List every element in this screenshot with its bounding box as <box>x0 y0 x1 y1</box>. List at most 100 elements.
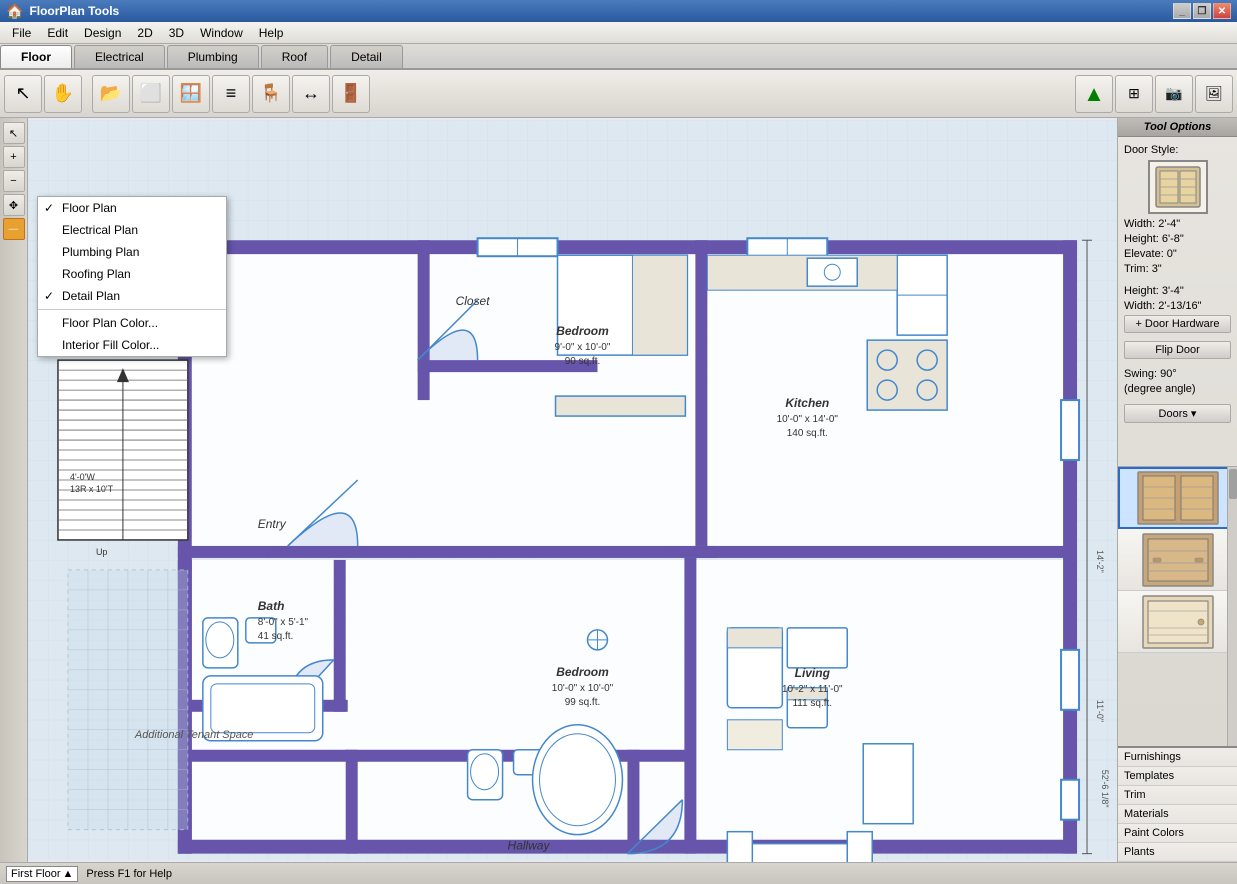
restore-button[interactable]: ❐ <box>1193 3 1211 19</box>
svg-text:Additional Tenant Space: Additional Tenant Space <box>134 729 254 741</box>
menu-item-roofing-plan[interactable]: Roofing Plan <box>38 263 226 285</box>
menu-3d[interactable]: 3D <box>161 24 192 42</box>
svg-text:111 sq.ft.: 111 sq.ft. <box>792 698 832 709</box>
floor-arrow-icon: ▲ <box>63 868 74 880</box>
tool-window[interactable]: 🪟 <box>172 75 210 113</box>
menu-item-floor-plan-color[interactable]: Floor Plan Color... <box>38 312 226 334</box>
width-label: Width: 2'-4" <box>1124 218 1180 230</box>
titlebar-left: 🏠 FloorPlan Tools <box>6 3 119 20</box>
svg-text:Bedroom: Bedroom <box>556 324 609 338</box>
svg-text:10'-0" x 14'-0": 10'-0" x 14'-0" <box>777 414 839 425</box>
bottom-categories: Furnishings Templates Trim Materials Pai… <box>1118 746 1237 862</box>
cat-plants[interactable]: Plants <box>1118 843 1237 862</box>
menu-item-electrical-plan[interactable]: Electrical Plan <box>38 219 226 241</box>
menu-design[interactable]: Design <box>76 24 129 42</box>
menu-item-detail-plan[interactable]: Detail Plan <box>38 285 226 307</box>
cat-templates[interactable]: Templates <box>1118 767 1237 786</box>
side-tool-zoom-in[interactable]: + <box>3 146 25 168</box>
svg-text:Hallway: Hallway <box>508 839 551 853</box>
tab-electrical[interactable]: Electrical <box>74 45 165 68</box>
side-tool-pan[interactable]: ✥ <box>3 194 25 216</box>
height2-label: Height: 3'-4" <box>1124 285 1184 297</box>
door-style-label: Door Style: <box>1124 144 1178 156</box>
side-tool-scroll[interactable]: │ <box>3 218 25 240</box>
right-panel: Tool Options Door Style: <box>1117 118 1237 862</box>
svg-text:140 sq.ft.: 140 sq.ft. <box>787 428 828 439</box>
floor-select[interactable]: First Floor ▲ <box>6 866 78 882</box>
titlebar-controls: _ ❐ ✕ <box>1173 3 1231 19</box>
svg-text:Bath: Bath <box>258 599 285 613</box>
cat-materials[interactable]: Materials <box>1118 805 1237 824</box>
tool-stairs[interactable]: ≡ <box>212 75 250 113</box>
tab-floor[interactable]: Floor <box>0 45 72 68</box>
side-tool-zoom-out[interactable]: − <box>3 170 25 192</box>
cat-paint-colors[interactable]: Paint Colors <box>1118 824 1237 843</box>
doors-dropdown-button[interactable]: Doors ▾ <box>1124 404 1231 423</box>
door-preview[interactable] <box>1148 160 1208 214</box>
tool-3d-view[interactable]: ▲ <box>1075 75 1113 113</box>
elevate-row: Elevate: 0" <box>1124 248 1231 260</box>
svg-text:8'-0" x 5'-1": 8'-0" x 5'-1" <box>258 617 309 628</box>
door-thumb-1[interactable] <box>1118 467 1237 529</box>
dropdown-separator <box>38 309 226 310</box>
svg-text:Up: Up <box>96 547 108 557</box>
door-hardware-button[interactable]: + Door Hardware <box>1124 315 1231 333</box>
svg-text:Kitchen: Kitchen <box>785 396 829 410</box>
cat-trim[interactable]: Trim <box>1118 786 1237 805</box>
tool-folder[interactable]: 📂 <box>92 75 130 113</box>
elevate-label: Elevate: 0" <box>1124 248 1177 260</box>
width2-label: Width: 2'-13/16" <box>1124 300 1202 312</box>
tab-plumbing[interactable]: Plumbing <box>167 45 259 68</box>
close-button[interactable]: ✕ <box>1213 3 1231 19</box>
menu-window[interactable]: Window <box>192 24 251 42</box>
height-label: Height: 6'-8" <box>1124 233 1184 245</box>
menu-file[interactable]: File <box>4 24 39 42</box>
tab-detail[interactable]: Detail <box>330 45 403 68</box>
tool-floorplan-view[interactable]: ⊞ <box>1115 75 1153 113</box>
door-thumb-3[interactable] <box>1118 591 1237 653</box>
menu-item-floor-plan[interactable]: Floor Plan <box>38 197 226 219</box>
flip-door-button[interactable]: Flip Door <box>1124 341 1231 359</box>
svg-text:9'-0" x 10'-0": 9'-0" x 10'-0" <box>555 342 611 353</box>
door-thumbnails-scrollbar[interactable] <box>1227 467 1237 746</box>
app-icon: 🏠 <box>6 3 23 20</box>
cat-furnishings[interactable]: Furnishings <box>1118 748 1237 767</box>
swing-row: Swing: 90° <box>1124 368 1231 380</box>
tool-camera[interactable]: 📷 <box>1155 75 1193 113</box>
tool-dimension[interactable]: ↔ <box>292 75 330 113</box>
svg-text:99 sq.ft.: 99 sq.ft. <box>565 697 601 708</box>
tool-options-header: Tool Options <box>1118 118 1237 137</box>
svg-text:52'-6 1/8": 52'-6 1/8" <box>1100 770 1110 808</box>
menu-item-interior-fill-color[interactable]: Interior Fill Color... <box>38 334 226 356</box>
tab-roof[interactable]: Roof <box>261 45 328 68</box>
canvas-area[interactable]: Up <box>28 118 1117 862</box>
tool-door[interactable]: 🚪 <box>332 75 370 113</box>
menu-help[interactable]: Help <box>251 24 292 42</box>
swing-label: Swing: 90° <box>1124 368 1177 380</box>
minimize-button[interactable]: _ <box>1173 3 1191 19</box>
trim-row: Trim: 3" <box>1124 263 1231 275</box>
tool-render[interactable]: 🖼 <box>1195 75 1233 113</box>
door-thumbnails <box>1118 466 1237 746</box>
left-sidebar: ↖ + − ✥ │ <box>0 118 28 862</box>
floor-label: First Floor <box>11 868 61 880</box>
menu-item-plumbing-plan[interactable]: Plumbing Plan <box>38 241 226 263</box>
side-tool-select[interactable]: ↖ <box>3 122 25 144</box>
svg-text:Closet: Closet <box>456 294 491 308</box>
trim-label: Trim: 3" <box>1124 263 1162 275</box>
menu-2d[interactable]: 2D <box>129 24 160 42</box>
svg-text:4'-0'W: 4'-0'W <box>70 472 95 482</box>
tool-fixture[interactable]: 🪑 <box>252 75 290 113</box>
height-row: Height: 6'-8" <box>1124 233 1231 245</box>
width2-row: Width: 2'-13/16" <box>1124 300 1231 312</box>
tool-pan[interactable]: ✋ <box>44 75 82 113</box>
tool-wall[interactable]: ⬜ <box>132 75 170 113</box>
menu-edit[interactable]: Edit <box>39 24 76 42</box>
door-thumb-2[interactable] <box>1118 529 1237 591</box>
door-style-label-row: Door Style: <box>1124 144 1231 156</box>
tabbar: Floor Electrical Plumbing Roof Detail <box>0 44 1237 70</box>
swing-sub-row: (degree angle) <box>1124 383 1231 395</box>
scrollbar-thumb[interactable] <box>1229 469 1237 499</box>
svg-text:Living: Living <box>795 666 831 680</box>
tool-arrow[interactable]: ↖ <box>4 75 42 113</box>
